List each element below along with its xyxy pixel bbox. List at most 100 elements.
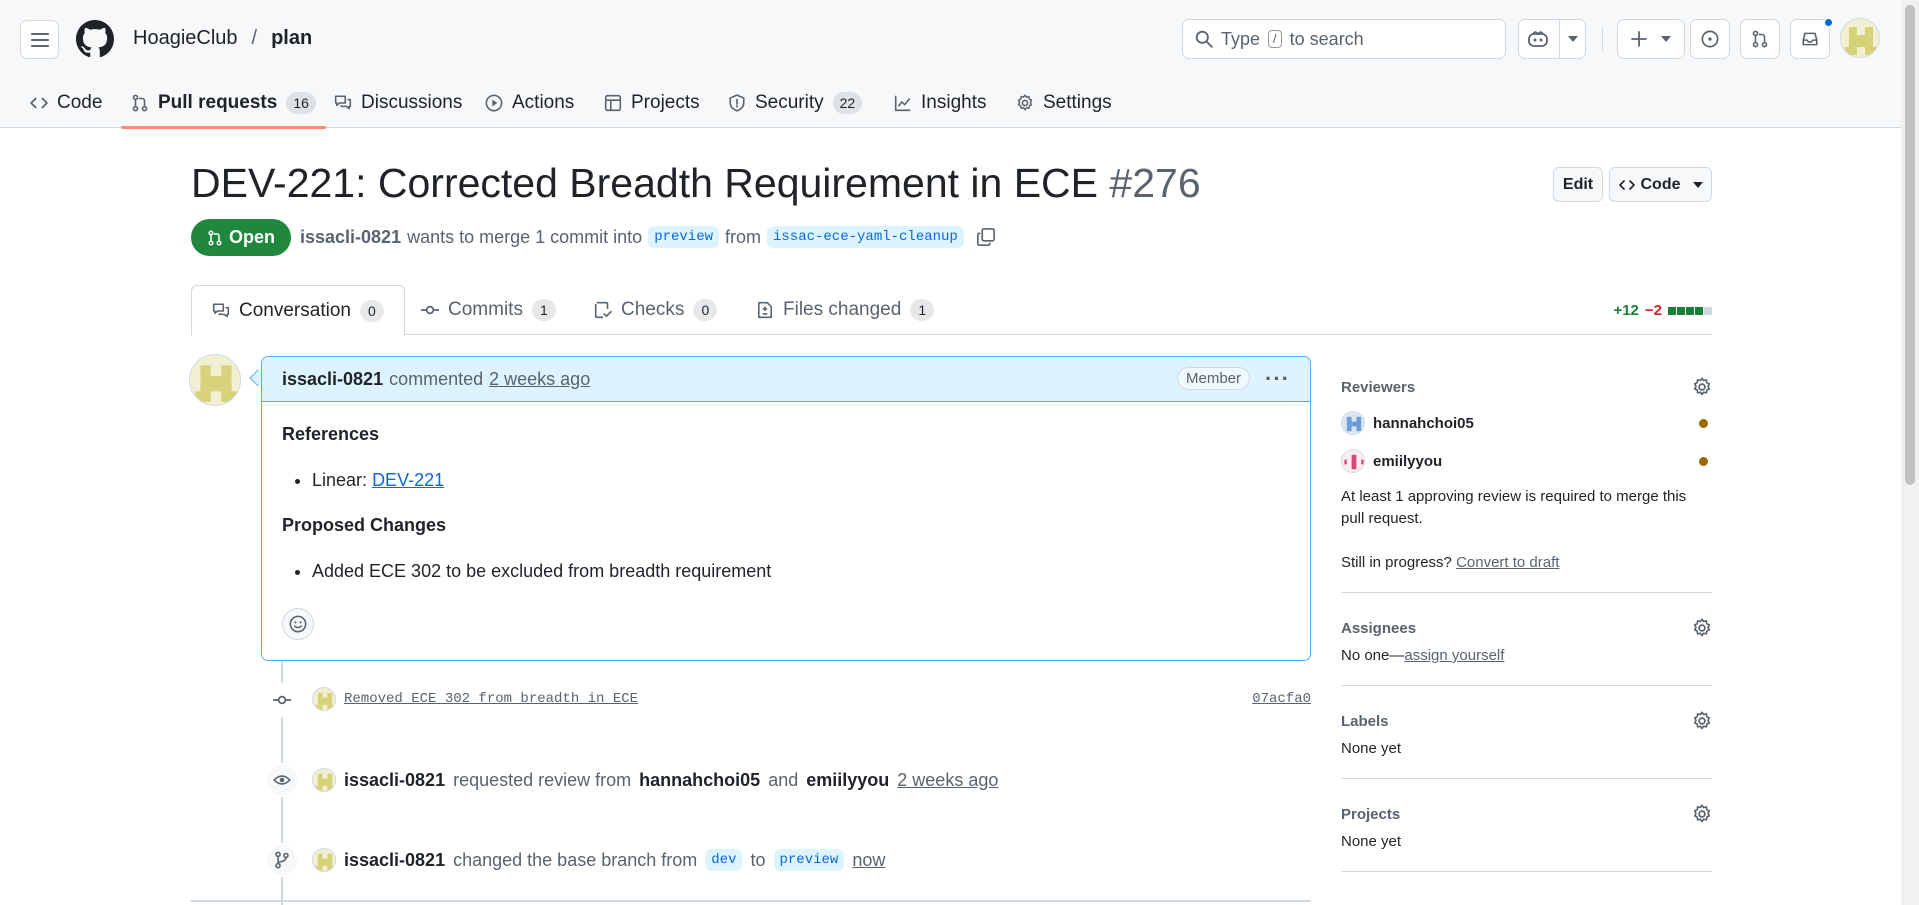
edit-title-button[interactable]: Edit (1553, 167, 1603, 202)
diffstat-block-added (1695, 306, 1703, 315)
avatar[interactable] (312, 768, 336, 792)
comment-author-avatar[interactable] (189, 354, 241, 406)
issue-opened-icon (1701, 30, 1719, 48)
graph-icon (894, 95, 911, 112)
references-heading: References (282, 424, 380, 444)
assignees-value: No one—assign yourself (1341, 645, 1712, 667)
assignees-heading: Assignees (1341, 619, 1417, 637)
tab-projects[interactable]: Projects (604, 78, 700, 128)
pending-review-indicator (1699, 419, 1708, 428)
gear-icon[interactable] (1692, 711, 1712, 731)
copilot-button[interactable] (1518, 19, 1586, 59)
scrollbar-thumb[interactable] (1905, 5, 1915, 485)
reviewer-link[interactable]: hannahchoi05 (639, 770, 760, 791)
base-change-badge (265, 843, 299, 877)
tab-security[interactable]: Security 22 (728, 78, 863, 128)
still-in-progress-text: Still in progress? (1341, 554, 1452, 571)
git-pull-request-icon (1752, 30, 1768, 48)
commit-message-link[interactable]: Removed ECE 302 from breadth in ECE (344, 691, 638, 707)
new-base-branch[interactable]: preview (773, 849, 845, 871)
assign-yourself-link[interactable]: assign yourself (1404, 647, 1504, 664)
code-dropdown-button[interactable]: Code (1609, 167, 1712, 202)
pr-meta: issacli-0821 wants to merge 1 commit int… (300, 226, 996, 248)
file-diff-icon (758, 301, 772, 319)
actor-link[interactable]: issacli-0821 (344, 850, 445, 871)
changes-heading: Proposed Changes (282, 515, 447, 536)
reviewer-item[interactable]: hannahchoi05 (1341, 404, 1712, 442)
tab-label: Discussions (361, 92, 463, 113)
old-base-branch[interactable]: dev (705, 849, 743, 871)
comment-timestamp[interactable]: 2 weeks ago (489, 369, 590, 390)
gear-icon[interactable] (1692, 618, 1712, 638)
event-timestamp[interactable]: 2 weeks ago (897, 770, 998, 791)
pr-tabs: Conversation 0 Commits 1 Checks 0 Files … (191, 285, 1712, 336)
gear-icon[interactable] (1692, 377, 1712, 397)
kebab-menu-icon[interactable]: ··· (1265, 366, 1290, 392)
labels-section: Labels None yet (1341, 704, 1712, 779)
menu-icon[interactable] (20, 20, 59, 59)
scrollbar[interactable] (1901, 0, 1919, 905)
search-placeholder-before: Type (1221, 28, 1261, 49)
avatar[interactable] (312, 687, 336, 711)
copy-icon[interactable] (976, 227, 996, 247)
approval-note: At least 1 approving review is required … (1341, 488, 1687, 527)
to-text: to (750, 849, 766, 870)
event-timestamp[interactable]: now (852, 850, 885, 871)
and-text: and (768, 769, 799, 790)
search-input[interactable]: Type / to search (1182, 19, 1506, 59)
diffstat-block-added (1677, 306, 1685, 315)
tab-conversation[interactable]: Conversation 0 (191, 285, 405, 336)
head-branch[interactable]: issac-ece-yaml-cleanup (767, 226, 964, 248)
deletions-count: −2 (1644, 302, 1662, 319)
comment-author[interactable]: issacli-0821 (282, 369, 383, 390)
tab-actions[interactable]: Actions (485, 78, 574, 128)
avatar (1341, 411, 1365, 435)
page-title: DEV-221: Corrected Breadth Requirement i… (191, 160, 1201, 207)
linear-link[interactable]: DEV-221 (372, 470, 444, 490)
org-link[interactable]: HoagieClub (133, 27, 238, 50)
tab-label: Actions (512, 92, 575, 113)
create-new-button[interactable] (1617, 19, 1685, 59)
tab-files-changed[interactable]: Files changed 1 (756, 285, 935, 335)
tab-code[interactable]: Code (30, 78, 102, 128)
base-branch[interactable]: preview (648, 226, 719, 248)
tab-pull-requests[interactable]: Pull requests 16 (121, 78, 326, 129)
reviewer-name: hannahchoi05 (1373, 414, 1474, 432)
copilot-icon (1527, 31, 1548, 47)
tab-discussions[interactable]: Discussions (334, 78, 462, 128)
reviewer-item[interactable]: emiilyyou (1341, 442, 1712, 480)
notification-indicator (1823, 17, 1834, 28)
actor-link[interactable]: issacli-0821 (344, 770, 445, 791)
add-reaction-button[interactable] (282, 608, 314, 640)
comment-header: issacli-0821 commented 2 weeks ago Membe… (262, 357, 1310, 402)
issues-button[interactable] (1690, 19, 1730, 59)
comment-card: issacli-0821 commented 2 weeks ago Membe… (261, 356, 1311, 661)
git-branch-icon (275, 851, 289, 869)
github-logo-icon[interactable] (76, 20, 114, 58)
repo-link[interactable]: plan (271, 27, 312, 50)
repo-nav: Code Pull requests 16 Discussions Action… (0, 78, 1901, 129)
projects-value: None yet (1341, 833, 1402, 850)
projects-section: Projects None yet (1341, 797, 1712, 872)
gear-icon[interactable] (1692, 804, 1712, 824)
commit-sha-link[interactable]: 07acfa0 (1252, 691, 1311, 707)
tab-settings[interactable]: Settings (1016, 78, 1112, 128)
tab-checks[interactable]: Checks 0 (594, 285, 718, 335)
tab-commits[interactable]: Commits 1 (421, 285, 556, 335)
git-commit-icon (273, 695, 291, 705)
avatar[interactable] (312, 848, 336, 872)
tab-label: Code (57, 92, 103, 113)
tab-label: Conversation (239, 299, 351, 321)
author-link[interactable]: issacli-0821 (300, 227, 401, 248)
additions-count: +12 (1613, 302, 1639, 319)
checklist-icon (594, 301, 612, 319)
tab-insights[interactable]: Insights (894, 78, 986, 128)
diffstat-block-added (1668, 306, 1676, 315)
app-header: HoagieClub / plan Type / to search Code … (0, 0, 1901, 129)
state-label: Open (228, 227, 275, 247)
user-avatar[interactable] (1840, 18, 1880, 58)
header-divider (1602, 27, 1603, 51)
convert-to-draft-link[interactable]: Convert to draft (1456, 554, 1559, 571)
reviewer-link[interactable]: emiilyyou (806, 770, 889, 791)
pull-requests-button[interactable] (1740, 19, 1780, 59)
